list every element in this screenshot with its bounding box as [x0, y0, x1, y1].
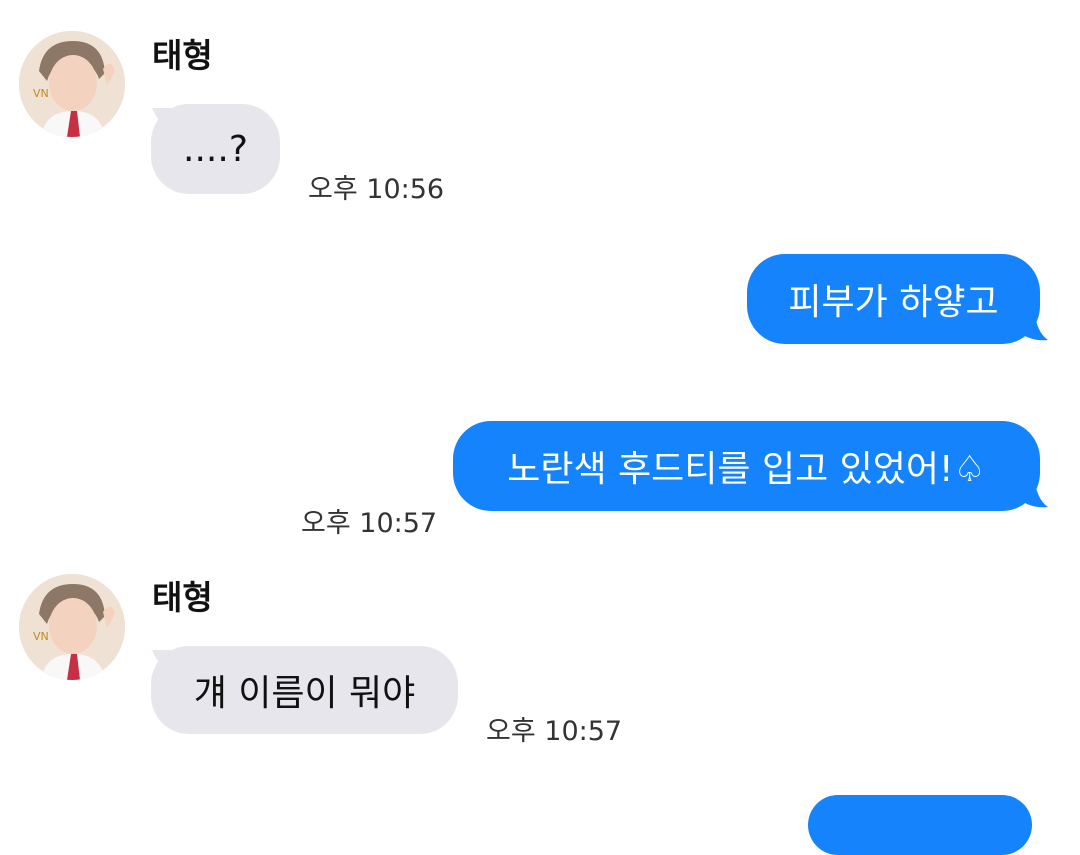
message-bubble-outgoing[interactable]: 노란색 후드티를 입고 있었어!♤ [453, 421, 1040, 511]
message-timestamp: 오후 10:56 [308, 174, 445, 205]
avatar-photo-icon: VN [19, 31, 125, 137]
outgoing-bubble-tail [1014, 475, 1048, 508]
sender-name: 태형 [152, 36, 213, 75]
message-text: ....? [183, 128, 248, 170]
svg-text:VN: VN [33, 87, 49, 100]
message-text: 걔 이름이 뭐야 [193, 673, 416, 714]
avatar-photo-icon: VN [19, 574, 125, 680]
message-text: 피부가 하얗고 [788, 282, 999, 323]
contact-avatar[interactable]: VN [19, 31, 125, 137]
message-timestamp: 오후 10:57 [301, 508, 438, 539]
svg-text:VN: VN [33, 630, 49, 643]
message-bubble-incoming[interactable]: ....? [151, 104, 280, 194]
message-text: 노란색 후드티를 입고 있었어!♤ [507, 449, 986, 490]
message-bubble-incoming[interactable]: 걔 이름이 뭐야 [151, 646, 458, 734]
contact-avatar[interactable]: VN [19, 574, 125, 680]
outgoing-bubble-tail [1014, 308, 1048, 341]
sender-name: 태형 [152, 578, 213, 617]
message-timestamp: 오후 10:57 [486, 716, 623, 747]
message-bubble-outgoing[interactable] [808, 795, 1032, 855]
message-bubble-outgoing[interactable]: 피부가 하얗고 [747, 254, 1040, 344]
